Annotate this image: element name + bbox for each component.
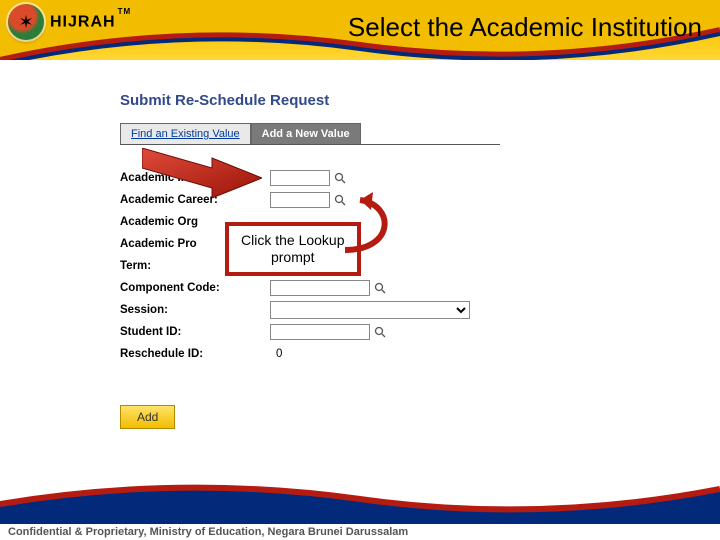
form-panel: Submit Re-Schedule Request Find an Exist… (120, 92, 660, 429)
annotation-line1: Click the Lookup (241, 232, 345, 248)
label-reschedule: Reschedule ID: (120, 348, 270, 360)
row-institution: Academic Institution: (120, 167, 660, 189)
input-career[interactable] (270, 192, 330, 208)
row-reschedule: Reschedule ID: 0 (120, 343, 660, 365)
annotation-bubble: Click the Lookup prompt (225, 222, 361, 276)
row-component: Component Code: (120, 277, 660, 299)
brand-logo-icon: ✶ (8, 4, 44, 40)
row-term: Term: (120, 255, 660, 277)
select-session[interactable] (270, 301, 470, 319)
slide-header: ✶ HIJRAHTM Select the Academic Instituti… (0, 0, 720, 60)
row-career: Academic Career: (120, 189, 660, 211)
add-button[interactable]: Add (120, 405, 175, 429)
annotation-line2: prompt (271, 249, 315, 265)
lookup-career-icon[interactable] (333, 193, 347, 207)
footer-text: Confidential & Proprietary, Ministry of … (8, 526, 408, 538)
brand-tm: TM (118, 7, 132, 16)
input-component[interactable] (270, 280, 370, 296)
label-career: Academic Career: (120, 194, 270, 206)
label-student: Student ID: (120, 326, 270, 338)
page-heading: Submit Re-Schedule Request (120, 92, 660, 109)
input-student[interactable] (270, 324, 370, 340)
label-component: Component Code: (120, 282, 270, 294)
input-institution[interactable] (270, 170, 330, 186)
lookup-institution-icon[interactable] (333, 171, 347, 185)
row-student: Student ID: (120, 321, 660, 343)
form: Academic Institution: Academic Career: A… (120, 167, 660, 429)
brand: ✶ HIJRAHTM (8, 4, 129, 40)
slide-title: Select the Academic Institution (348, 12, 702, 43)
value-reschedule: 0 (270, 348, 282, 360)
brand-name-text: HIJRAH (50, 13, 116, 30)
tab-find-existing[interactable]: Find an Existing Value (120, 123, 251, 144)
row-session: Session: (120, 299, 660, 321)
label-institution: Academic Institution: (120, 172, 270, 184)
lookup-component-icon[interactable] (373, 281, 387, 295)
row-program: Academic Pro (120, 233, 660, 255)
tab-add-new[interactable]: Add a New Value (251, 123, 361, 144)
label-session: Session: (120, 304, 270, 316)
lookup-student-icon[interactable] (373, 325, 387, 339)
brand-name: HIJRAHTM (50, 13, 129, 31)
row-org: Academic Org (120, 211, 660, 233)
tab-strip: Find an Existing Value Add a New Value (120, 123, 500, 145)
footer-curve (0, 474, 720, 524)
